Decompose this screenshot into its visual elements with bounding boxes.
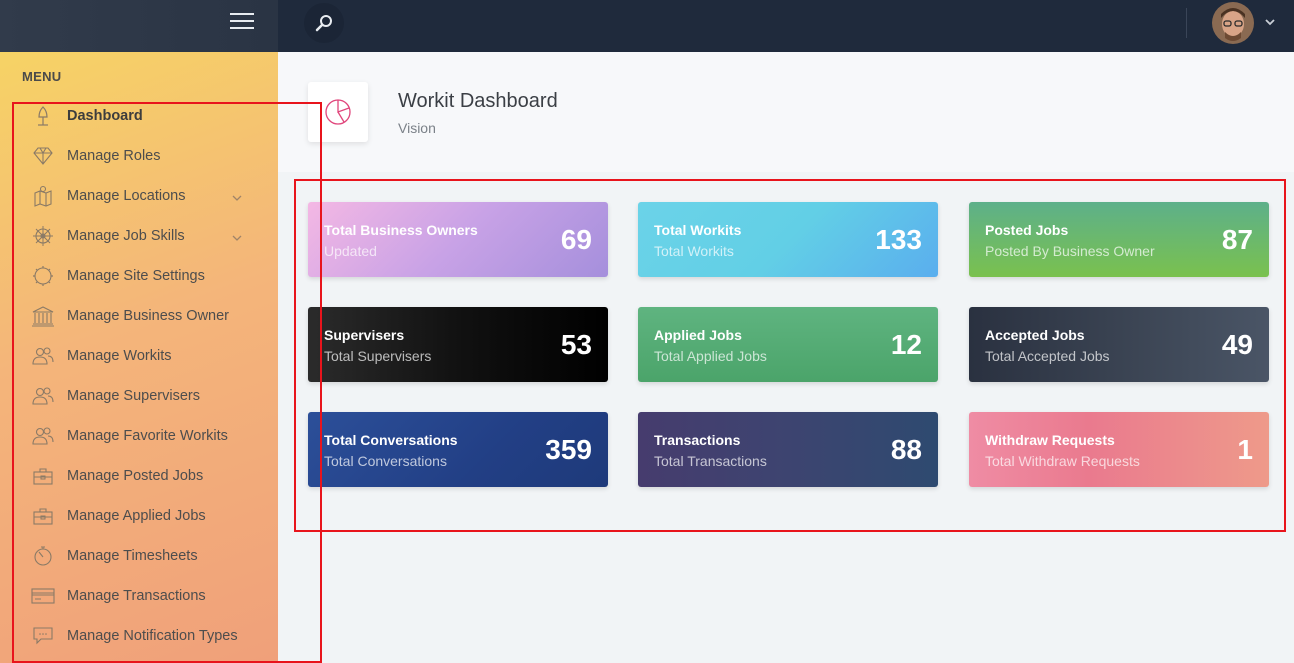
stat-card-supervisers[interactable]: Supervisers Total Supervisers 53 xyxy=(308,307,608,382)
navbar-divider xyxy=(1186,8,1187,38)
sidebar-item-label: Manage Timesheets xyxy=(67,548,198,564)
users-icon xyxy=(31,425,55,447)
sidebar-item-manage-roles[interactable]: Manage Roles xyxy=(0,136,278,176)
bank-icon xyxy=(31,305,55,327)
card-value: 69 xyxy=(560,224,592,255)
top-navbar xyxy=(0,0,1294,52)
search-icon[interactable] xyxy=(304,3,344,43)
map-icon xyxy=(31,185,55,207)
briefcase-icon xyxy=(31,465,55,487)
sidebar-item-label: Manage Favorite Workits xyxy=(67,428,228,444)
sidebar-item-manage-workits[interactable]: Manage Workits xyxy=(0,336,278,376)
page-title: Workit Dashboard xyxy=(398,90,558,112)
card-subtitle: Total Applied Jobs xyxy=(654,348,767,364)
card-value: 12 xyxy=(890,329,922,360)
stat-card-posted-jobs[interactable]: Posted Jobs Posted By Business Owner 87 xyxy=(969,202,1269,277)
stat-card-business-owners[interactable]: Total Business Owners Updated 69 xyxy=(308,202,608,277)
sidebar-item-manage-timesheets[interactable]: Manage Timesheets xyxy=(0,536,278,576)
sidebar-item-label: Manage Job Skills xyxy=(67,228,185,244)
card-value: 1 xyxy=(1237,434,1253,465)
sidebar-item-label: Manage Business Owner xyxy=(67,308,229,324)
rocket-icon xyxy=(31,105,55,127)
card-title: Transactions xyxy=(654,432,741,448)
briefcase-icon xyxy=(31,505,55,527)
user-avatar[interactable] xyxy=(1212,2,1254,44)
card-value: 133 xyxy=(875,224,922,255)
pie-chart-icon xyxy=(308,82,368,142)
chevron-down-icon[interactable] xyxy=(231,230,243,248)
sidebar: MENU Dashboard Manage Roles Manage Locat… xyxy=(0,52,278,663)
card-value: 49 xyxy=(1221,329,1253,360)
card-title: Posted Jobs xyxy=(985,222,1069,238)
sidebar-item-label: Manage Supervisers xyxy=(67,388,200,404)
sidebar-item-label: Manage Site Settings xyxy=(67,268,205,284)
card-subtitle: Total Withdraw Requests xyxy=(985,453,1140,469)
sidebar-item-label: Manage Workits xyxy=(67,348,172,364)
sidebar-item-label: Manage Roles xyxy=(67,148,161,164)
card-title: Applied Jobs xyxy=(654,327,742,343)
page-subtitle: Vision xyxy=(398,120,436,136)
credit-card-icon xyxy=(31,585,55,607)
card-subtitle: Total Supervisers xyxy=(324,348,432,364)
menu-header: MENU xyxy=(22,69,62,84)
stopwatch-icon xyxy=(31,545,55,567)
card-subtitle: Total Workits xyxy=(654,243,734,259)
card-title: Accepted Jobs xyxy=(985,327,1085,343)
stat-card-workits[interactable]: Total Workits Total Workits 133 xyxy=(638,202,938,277)
chat-icon xyxy=(31,625,55,647)
sidebar-item-label: Dashboard xyxy=(67,108,143,124)
stat-card-transactions[interactable]: Transactions Total Transactions 88 xyxy=(638,412,938,487)
sidebar-menu: Dashboard Manage Roles Manage Locations … xyxy=(0,96,278,656)
hamburger-menu-icon[interactable] xyxy=(230,13,254,31)
card-subtitle: Total Transactions xyxy=(654,453,767,469)
card-subtitle: Posted By Business Owner xyxy=(985,243,1155,259)
sidebar-item-manage-transactions[interactable]: Manage Transactions xyxy=(0,576,278,616)
card-value: 88 xyxy=(890,434,922,465)
diamond-icon xyxy=(31,145,55,167)
stat-card-conversations[interactable]: Total Conversations Total Conversations … xyxy=(308,412,608,487)
users-icon xyxy=(31,385,55,407)
sidebar-item-label: Manage Locations xyxy=(67,188,186,204)
sidebar-item-dashboard[interactable]: Dashboard xyxy=(0,96,278,136)
stat-card-withdraw-requests[interactable]: Withdraw Requests Total Withdraw Request… xyxy=(969,412,1269,487)
sidebar-item-label: Manage Posted Jobs xyxy=(67,468,204,484)
sidebar-item-manage-locations[interactable]: Manage Locations xyxy=(0,176,278,216)
card-title: Total Business Owners xyxy=(324,222,478,238)
card-subtitle: Total Accepted Jobs xyxy=(985,348,1110,364)
card-title: Total Workits xyxy=(654,222,742,238)
stat-card-accepted-jobs[interactable]: Accepted Jobs Total Accepted Jobs 49 xyxy=(969,307,1269,382)
sidebar-item-manage-posted-jobs[interactable]: Manage Posted Jobs xyxy=(0,456,278,496)
card-title: Supervisers xyxy=(324,327,405,343)
card-subtitle: Total Conversations xyxy=(324,453,447,469)
page-header: Workit Dashboard Vision xyxy=(278,52,1294,172)
sidebar-item-label: Manage Transactions xyxy=(67,588,206,604)
stat-card-applied-jobs[interactable]: Applied Jobs Total Applied Jobs 12 xyxy=(638,307,938,382)
sidebar-item-label: Manage Notification Types xyxy=(67,628,238,644)
card-value: 53 xyxy=(560,329,592,360)
chevron-down-icon[interactable] xyxy=(231,190,243,208)
card-value: 87 xyxy=(1221,224,1253,255)
sidebar-item-manage-business-owner[interactable]: Manage Business Owner xyxy=(0,296,278,336)
gear-icon xyxy=(31,265,55,287)
chevron-down-icon[interactable] xyxy=(1264,14,1276,32)
sidebar-item-manage-site-settings[interactable]: Manage Site Settings xyxy=(0,256,278,296)
sidebar-item-manage-notification-types[interactable]: Manage Notification Types xyxy=(0,616,278,656)
users-icon xyxy=(31,345,55,367)
sidebar-item-manage-favorite-workits[interactable]: Manage Favorite Workits xyxy=(0,416,278,456)
sidebar-item-manage-supervisers[interactable]: Manage Supervisers xyxy=(0,376,278,416)
card-subtitle: Updated xyxy=(324,243,377,259)
ship-wheel-icon xyxy=(31,225,55,247)
sidebar-item-label: Manage Applied Jobs xyxy=(67,508,206,524)
card-title: Withdraw Requests xyxy=(985,432,1115,448)
sidebar-item-manage-applied-jobs[interactable]: Manage Applied Jobs xyxy=(0,496,278,536)
card-title: Total Conversations xyxy=(324,432,458,448)
card-value: 359 xyxy=(545,434,592,465)
sidebar-item-manage-job-skills[interactable]: Manage Job Skills xyxy=(0,216,278,256)
